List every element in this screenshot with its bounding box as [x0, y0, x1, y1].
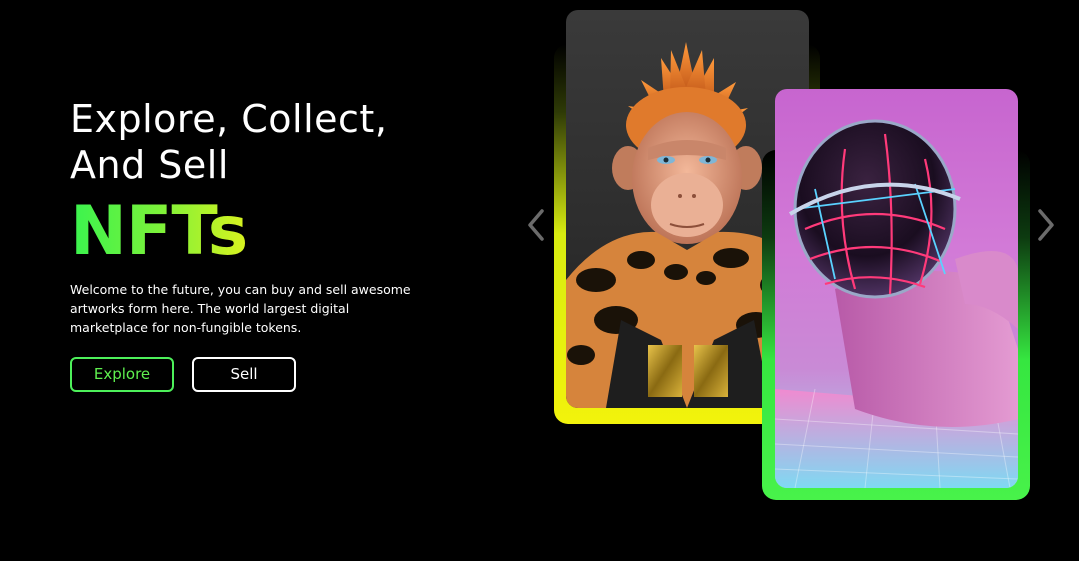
hero-headline: Explore, Collect, And Sell	[70, 96, 450, 188]
hero-section: Explore, Collect, And Sell NFTs Welcome …	[0, 0, 1079, 561]
headline-line-1: Explore, Collect,	[70, 97, 388, 141]
explore-button[interactable]: Explore	[70, 357, 174, 392]
sell-button[interactable]: Sell	[192, 357, 296, 392]
chevron-right-icon[interactable]	[1032, 205, 1062, 245]
hero-description: Welcome to the future, you can buy and s…	[70, 282, 411, 335]
hero-actions: Explore Sell	[70, 357, 450, 392]
hero-text-block: Explore, Collect, And Sell NFTs Welcome …	[70, 96, 450, 392]
nft-card-2-helmet-image[interactable]	[775, 89, 1018, 488]
headline-line-2: And Sell	[70, 143, 229, 187]
chevron-left-icon[interactable]	[522, 205, 552, 245]
nfts-accent-word: NFTs	[70, 192, 248, 271]
